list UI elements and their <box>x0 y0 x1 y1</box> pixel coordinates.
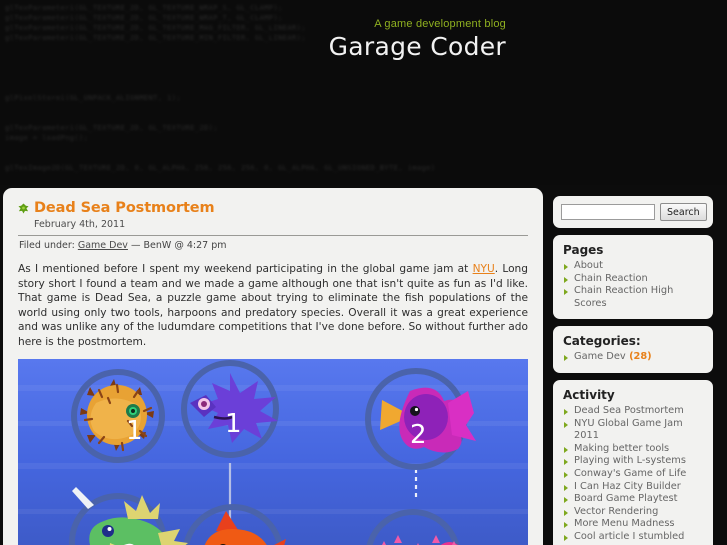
list-item-link[interactable]: Cool article I stumbled upon <box>574 531 684 545</box>
pages-heading: Pages <box>563 243 604 257</box>
post-date: February 4th, 2011 <box>34 219 126 230</box>
list-item[interactable]: I Can Haz City Builder <box>563 481 703 494</box>
list-item[interactable]: Making better tools <box>563 443 703 456</box>
leaf-icon <box>18 202 29 214</box>
categories-heading: Categories: <box>563 334 641 349</box>
meta-author: BenW <box>143 240 172 251</box>
triangle-bullet-icon <box>564 276 568 283</box>
triangle-bullet-icon <box>564 459 568 466</box>
triangle-bullet-icon <box>564 471 568 478</box>
list-item[interactable]: Cool article I stumbled upon <box>563 531 703 545</box>
triangle-bullet-icon <box>564 497 568 504</box>
fish-label-2a: 2 <box>410 420 427 450</box>
meta-divider <box>18 235 528 236</box>
activity-heading: Activity <box>563 387 615 402</box>
meta-time: 4:27 pm <box>186 240 227 251</box>
list-item[interactable]: Dead Sea Postmortem <box>563 405 703 418</box>
list-item-link[interactable]: Making better tools <box>574 443 669 454</box>
list-item-link[interactable]: About <box>574 260 603 271</box>
list-item[interactable]: Conway's Game of Life <box>563 468 703 481</box>
site-branding: A game development blog Garage Coder <box>146 18 506 61</box>
post-meta: Filed under: Game Dev — BenW @ 4:27 pm <box>19 240 528 251</box>
list-item-link[interactable]: Conway's Game of Life <box>574 468 686 479</box>
post-body: As I mentioned before I spent my weekend… <box>18 262 528 350</box>
triangle-bullet-icon <box>564 289 568 296</box>
meta-at-symbol: @ <box>174 240 184 251</box>
list-item[interactable]: About <box>563 260 703 273</box>
triangle-bullet-icon <box>564 534 568 541</box>
list-item-link[interactable]: More Menu Madness <box>574 518 675 529</box>
list-item-link[interactable]: Vector Rendering <box>574 506 658 517</box>
list-item-link[interactable]: Chain Reaction <box>574 273 648 284</box>
post-image-dead-sea[interactable]: 1 1 2 <box>18 358 528 545</box>
sidebar: Search Pages About Chain Reaction Chain Re… <box>553 196 713 545</box>
list-item-link[interactable]: NYU Global Game Jam 2011 <box>574 418 683 442</box>
categories-widget: Categories: Game Dev (28) <box>553 326 713 373</box>
post-title[interactable]: Dead Sea Postmortem <box>34 200 215 216</box>
list-item[interactable]: Chain Reaction <box>563 273 703 286</box>
search-widget: Search <box>553 196 713 228</box>
post-body-part2: . Long story short I found a team and we… <box>18 263 528 348</box>
post-body-part1: As I mentioned before I spent my weekend… <box>18 263 473 275</box>
categories-list: Game Dev (28) <box>563 351 703 364</box>
activity-list: Dead Sea Postmortem NYU Global Game Jam 2… <box>563 405 703 545</box>
list-item[interactable]: NYU Global Game Jam 2011 <box>563 418 703 443</box>
pages-widget: Pages About Chain Reaction Chain Reaction … <box>553 235 713 320</box>
triangle-bullet-icon <box>564 509 568 516</box>
meta-separator: — <box>130 240 141 251</box>
fish-label-2b: 2 <box>122 540 139 545</box>
fish-label-1b: 1 <box>225 409 242 439</box>
triangle-bullet-icon <box>564 421 568 428</box>
list-item-link[interactable]: Chain Reaction High Scores <box>574 285 673 309</box>
list-item-link[interactable]: Board Game Playtest <box>574 493 677 504</box>
list-item[interactable]: More Menu Madness <box>563 518 703 531</box>
list-item-link[interactable]: Playing with L-systems <box>574 455 686 466</box>
meta-category-link[interactable]: Game Dev <box>78 240 128 251</box>
meta-filed-label: Filed under: <box>19 240 75 251</box>
triangle-bullet-icon <box>564 355 568 362</box>
triangle-bullet-icon <box>564 408 568 415</box>
page-root: glTexParameteri(GL_TEXTURE_2D, GL_TEXTUR… <box>0 0 727 545</box>
site-title[interactable]: Garage Coder <box>146 32 506 61</box>
list-item[interactable]: Board Game Playtest <box>563 493 703 506</box>
site-header: glTexParameteri(GL_TEXTURE_2D, GL_TEXTUR… <box>0 0 727 185</box>
triangle-bullet-icon <box>564 264 568 270</box>
fish-label-1a: 1 <box>126 416 143 446</box>
activity-widget: Activity Dead Sea Postmortem NYU Global G… <box>553 379 713 545</box>
search-button[interactable]: Search <box>660 203 707 221</box>
triangle-bullet-icon <box>564 446 568 453</box>
triangle-bullet-icon <box>564 484 568 491</box>
triangle-bullet-icon <box>564 522 568 529</box>
list-item-link[interactable]: I Can Haz City Builder <box>574 481 681 492</box>
category-count: (28) <box>625 351 652 363</box>
list-item-link[interactable]: Game Dev <box>574 351 626 362</box>
list-item-link[interactable]: Dead Sea Postmortem <box>574 405 684 416</box>
list-item[interactable]: Game Dev (28) <box>563 351 703 364</box>
post-header: Dead Sea Postmortem <box>18 200 528 216</box>
search-input[interactable] <box>561 204 655 220</box>
site-tagline: A game development blog <box>374 18 506 30</box>
pages-list: About Chain Reaction Chain Reaction High S… <box>563 260 703 310</box>
list-item[interactable]: Chain Reaction High Scores <box>563 285 703 310</box>
main-content: Dead Sea Postmortem February 4th, 2011 F… <box>3 188 543 545</box>
list-item[interactable]: Playing with L-systems <box>563 455 703 468</box>
post-body-link-nyu[interactable]: NYU <box>473 263 495 275</box>
list-item[interactable]: Vector Rendering <box>563 506 703 519</box>
